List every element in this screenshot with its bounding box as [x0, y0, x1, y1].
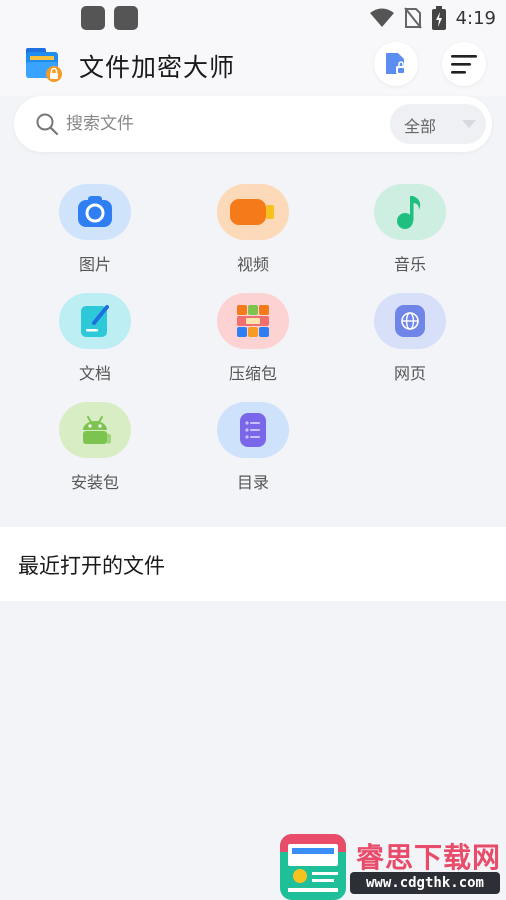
- category-label: 安装包: [70, 473, 119, 492]
- menu-icon: [451, 55, 477, 74]
- notification-icon: [81, 6, 105, 30]
- globe-icon: [374, 293, 446, 349]
- category-directories[interactable]: 目录: [193, 402, 313, 502]
- android-icon: [59, 402, 131, 458]
- app-header: 文件加密大师: [0, 36, 506, 96]
- clock: 4:19: [455, 7, 496, 29]
- category-music[interactable]: 音乐: [350, 184, 470, 284]
- app-title: 文件加密大师: [79, 53, 236, 82]
- battery-charging-icon: [431, 6, 446, 30]
- folder-lock-icon: [26, 48, 62, 82]
- watermark-logo-icon: [280, 834, 346, 900]
- recent-files-title: 最近打开的文件: [18, 554, 165, 578]
- music-note-icon: [374, 184, 446, 240]
- archive-icon: [217, 293, 289, 349]
- category-pictures[interactable]: 图片: [35, 184, 155, 284]
- category-label: 音乐: [393, 255, 426, 274]
- category-label: 压缩包: [228, 364, 277, 383]
- category-archives[interactable]: 压缩包: [193, 293, 313, 393]
- wifi-icon: [369, 8, 394, 27]
- watermark: 睿思下载网 www.cdgthk.com: [280, 832, 506, 900]
- search-icon: [36, 113, 59, 136]
- recent-files-section: 最近打开的文件: [0, 527, 506, 601]
- search-bar: 全部: [14, 96, 492, 152]
- filter-value: 全部: [404, 117, 437, 136]
- encrypted-file-button[interactable]: [374, 42, 418, 86]
- category-label: 目录: [236, 473, 269, 492]
- category-webpages[interactable]: 网页: [350, 293, 470, 393]
- watermark-url: www.cdgthk.com: [350, 872, 500, 894]
- video-icon: [217, 184, 289, 240]
- search-input[interactable]: [66, 108, 366, 140]
- no-sim-icon: [403, 7, 422, 29]
- document-icon: [59, 293, 131, 349]
- category-label: 图片: [78, 255, 111, 274]
- watermark-title: 睿思下载网: [356, 841, 502, 874]
- category-label: 视频: [236, 255, 269, 274]
- file-type-filter[interactable]: 全部: [390, 104, 486, 144]
- notification-icon: [114, 6, 138, 30]
- category-label: 网页: [393, 364, 426, 383]
- category-apk-packages[interactable]: 安装包: [35, 402, 155, 502]
- category-label: 文档: [78, 364, 111, 383]
- camera-icon: [59, 184, 131, 240]
- chevron-down-icon: [462, 120, 476, 128]
- menu-button[interactable]: [442, 42, 486, 86]
- status-bar: 4:19: [0, 0, 506, 36]
- list-icon: [217, 402, 289, 458]
- file-lock-icon: [386, 53, 406, 74]
- category-documents[interactable]: 文档: [35, 293, 155, 393]
- category-videos[interactable]: 视频: [193, 184, 313, 284]
